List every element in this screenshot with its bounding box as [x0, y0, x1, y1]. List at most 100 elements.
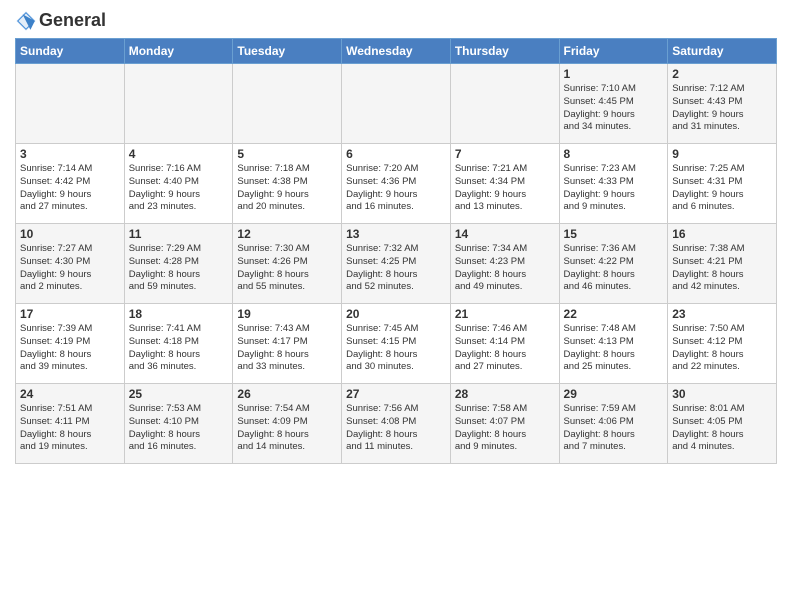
calendar-week-2: 3Sunrise: 7:14 AM Sunset: 4:42 PM Daylig…	[16, 144, 777, 224]
day-info: Sunrise: 7:29 AM Sunset: 4:28 PM Dayligh…	[129, 243, 229, 294]
calendar-cell: 10 Sunrise: 7:27 AM Sunset: 4:30 PM Dayli…	[16, 224, 125, 304]
day-info: Sunrise: 7:56 AM Sunset: 4:08 PM Dayligh…	[346, 403, 446, 454]
calendar-cell: 20 Sunrise: 7:45 AM Sunset: 4:15 PM Dayli…	[342, 304, 451, 384]
day-number: 19	[237, 307, 337, 321]
day-number: 28	[455, 387, 555, 401]
day-number: 5	[237, 147, 337, 161]
day-info: Sunrise: 7:43 AM Sunset: 4:17 PM Dayligh…	[237, 323, 337, 374]
day-info: Sunrise: 7:34 AM Sunset: 4:23 PM Dayligh…	[455, 243, 555, 294]
calendar-cell: 23 Sunrise: 7:50 AM Sunset: 4:12 PM Dayli…	[668, 304, 777, 384]
calendar-cell: 9 Sunrise: 7:25 AM Sunset: 4:31 PM Daylig…	[668, 144, 777, 224]
day-number: 4	[129, 147, 229, 161]
day-number: 1	[564, 67, 664, 81]
day-info: Sunrise: 7:54 AM Sunset: 4:09 PM Dayligh…	[237, 403, 337, 454]
day-info: Sunrise: 7:51 AM Sunset: 4:11 PM Dayligh…	[20, 403, 120, 454]
day-info: Sunrise: 7:50 AM Sunset: 4:12 PM Dayligh…	[672, 323, 772, 374]
calendar-cell: 30 Sunrise: 8:01 AM Sunset: 4:05 PM Dayli…	[668, 384, 777, 464]
day-number: 10	[20, 227, 120, 241]
day-info: Sunrise: 7:18 AM Sunset: 4:38 PM Dayligh…	[237, 163, 337, 214]
day-info: Sunrise: 7:38 AM Sunset: 4:21 PM Dayligh…	[672, 243, 772, 294]
day-number: 9	[672, 147, 772, 161]
day-number: 11	[129, 227, 229, 241]
calendar-cell	[450, 64, 559, 144]
main-container: General SundayMondayTuesdayWednesdayThur…	[0, 0, 792, 474]
day-number: 16	[672, 227, 772, 241]
logo-icon	[15, 10, 37, 32]
day-number: 22	[564, 307, 664, 321]
calendar-week-4: 17 Sunrise: 7:39 AM Sunset: 4:19 PM Dayli…	[16, 304, 777, 384]
calendar-table: SundayMondayTuesdayWednesdayThursdayFrid…	[15, 38, 777, 464]
calendar-cell: 4 Sunrise: 7:16 AM Sunset: 4:40 PM Daylig…	[124, 144, 233, 224]
weekday-header-wednesday: Wednesday	[342, 39, 451, 64]
weekday-header-saturday: Saturday	[668, 39, 777, 64]
day-info: Sunrise: 7:25 AM Sunset: 4:31 PM Dayligh…	[672, 163, 772, 214]
day-number: 18	[129, 307, 229, 321]
calendar-cell: 3Sunrise: 7:14 AM Sunset: 4:42 PM Daylig…	[16, 144, 125, 224]
calendar-cell: 1 Sunrise: 7:10 AM Sunset: 4:45 PM Daylig…	[559, 64, 668, 144]
calendar-cell	[124, 64, 233, 144]
weekday-header-sunday: Sunday	[16, 39, 125, 64]
weekday-header-tuesday: Tuesday	[233, 39, 342, 64]
day-info: Sunrise: 7:39 AM Sunset: 4:19 PM Dayligh…	[20, 323, 120, 374]
header: General	[15, 10, 777, 32]
day-number: 20	[346, 307, 446, 321]
day-info: Sunrise: 7:48 AM Sunset: 4:13 PM Dayligh…	[564, 323, 664, 374]
calendar-cell: 16 Sunrise: 7:38 AM Sunset: 4:21 PM Dayli…	[668, 224, 777, 304]
day-info: Sunrise: 7:27 AM Sunset: 4:30 PM Dayligh…	[20, 243, 120, 294]
day-info: Sunrise: 7:20 AM Sunset: 4:36 PM Dayligh…	[346, 163, 446, 214]
day-number: 25	[129, 387, 229, 401]
day-info: Sunrise: 7:16 AM Sunset: 4:40 PM Dayligh…	[129, 163, 229, 214]
logo: General	[15, 10, 106, 32]
day-number: 13	[346, 227, 446, 241]
calendar-cell: 15 Sunrise: 7:36 AM Sunset: 4:22 PM Dayli…	[559, 224, 668, 304]
calendar-cell: 28Sunrise: 7:58 AM Sunset: 4:07 PM Dayli…	[450, 384, 559, 464]
calendar-cell: 29Sunrise: 7:59 AM Sunset: 4:06 PM Dayli…	[559, 384, 668, 464]
calendar-cell	[342, 64, 451, 144]
day-number: 6	[346, 147, 446, 161]
day-number: 24	[20, 387, 120, 401]
day-info: Sunrise: 7:30 AM Sunset: 4:26 PM Dayligh…	[237, 243, 337, 294]
calendar-week-5: 24 Sunrise: 7:51 AM Sunset: 4:11 PM Dayli…	[16, 384, 777, 464]
day-info: Sunrise: 7:36 AM Sunset: 4:22 PM Dayligh…	[564, 243, 664, 294]
day-number: 14	[455, 227, 555, 241]
day-number: 26	[237, 387, 337, 401]
day-number: 27	[346, 387, 446, 401]
calendar-header-row: SundayMondayTuesdayWednesdayThursdayFrid…	[16, 39, 777, 64]
calendar-cell: 7Sunrise: 7:21 AM Sunset: 4:34 PM Daylig…	[450, 144, 559, 224]
day-number: 12	[237, 227, 337, 241]
calendar-cell: 12 Sunrise: 7:30 AM Sunset: 4:26 PM Dayli…	[233, 224, 342, 304]
calendar-cell: 11 Sunrise: 7:29 AM Sunset: 4:28 PM Dayli…	[124, 224, 233, 304]
calendar-cell: 27 Sunrise: 7:56 AM Sunset: 4:08 PM Dayli…	[342, 384, 451, 464]
calendar-cell: 22 Sunrise: 7:48 AM Sunset: 4:13 PM Dayli…	[559, 304, 668, 384]
day-number: 2	[672, 67, 772, 81]
calendar-cell: 18Sunrise: 7:41 AM Sunset: 4:18 PM Dayli…	[124, 304, 233, 384]
day-number: 21	[455, 307, 555, 321]
calendar-week-3: 10 Sunrise: 7:27 AM Sunset: 4:30 PM Dayli…	[16, 224, 777, 304]
day-info: Sunrise: 7:53 AM Sunset: 4:10 PM Dayligh…	[129, 403, 229, 454]
day-number: 30	[672, 387, 772, 401]
calendar-cell: 21 Sunrise: 7:46 AM Sunset: 4:14 PM Dayli…	[450, 304, 559, 384]
calendar-cell: 8 Sunrise: 7:23 AM Sunset: 4:33 PM Daylig…	[559, 144, 668, 224]
day-number: 3	[20, 147, 120, 161]
calendar-week-1: 1 Sunrise: 7:10 AM Sunset: 4:45 PM Daylig…	[16, 64, 777, 144]
calendar-body: 1 Sunrise: 7:10 AM Sunset: 4:45 PM Daylig…	[16, 64, 777, 464]
day-info: Sunrise: 8:01 AM Sunset: 4:05 PM Dayligh…	[672, 403, 772, 454]
calendar-cell: 26 Sunrise: 7:54 AM Sunset: 4:09 PM Dayli…	[233, 384, 342, 464]
calendar-cell: 6 Sunrise: 7:20 AM Sunset: 4:36 PM Daylig…	[342, 144, 451, 224]
calendar-cell: 13Sunrise: 7:32 AM Sunset: 4:25 PM Dayli…	[342, 224, 451, 304]
calendar-cell: 25 Sunrise: 7:53 AM Sunset: 4:10 PM Dayli…	[124, 384, 233, 464]
calendar-cell: 14 Sunrise: 7:34 AM Sunset: 4:23 PM Dayli…	[450, 224, 559, 304]
day-number: 17	[20, 307, 120, 321]
day-info: Sunrise: 7:23 AM Sunset: 4:33 PM Dayligh…	[564, 163, 664, 214]
day-info: Sunrise: 7:45 AM Sunset: 4:15 PM Dayligh…	[346, 323, 446, 374]
calendar-cell: 2Sunrise: 7:12 AM Sunset: 4:43 PM Daylig…	[668, 64, 777, 144]
calendar-cell	[233, 64, 342, 144]
day-info: Sunrise: 7:59 AM Sunset: 4:06 PM Dayligh…	[564, 403, 664, 454]
day-number: 15	[564, 227, 664, 241]
day-info: Sunrise: 7:46 AM Sunset: 4:14 PM Dayligh…	[455, 323, 555, 374]
day-number: 23	[672, 307, 772, 321]
day-info: Sunrise: 7:21 AM Sunset: 4:34 PM Dayligh…	[455, 163, 555, 214]
calendar-cell: 19 Sunrise: 7:43 AM Sunset: 4:17 PM Dayli…	[233, 304, 342, 384]
day-info: Sunrise: 7:10 AM Sunset: 4:45 PM Dayligh…	[564, 83, 664, 134]
day-number: 8	[564, 147, 664, 161]
